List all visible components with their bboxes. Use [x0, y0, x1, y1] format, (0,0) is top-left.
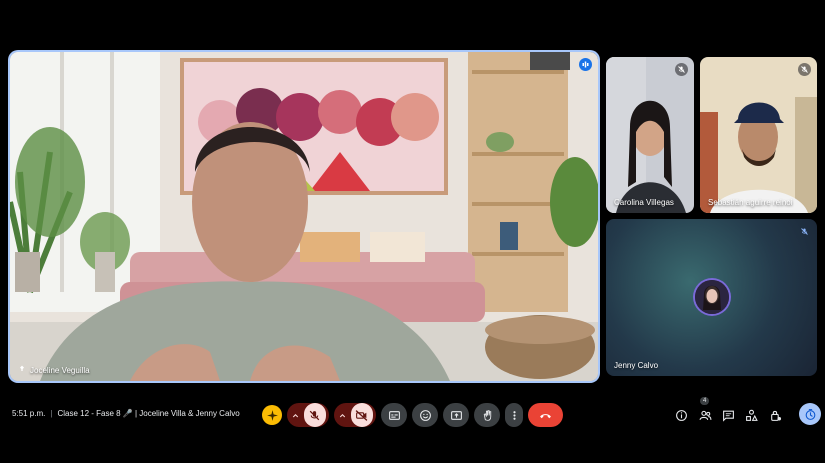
mic-off-icon: [309, 410, 320, 420]
mic-off-icon: [798, 225, 811, 238]
reactions-button[interactable]: [412, 403, 438, 427]
participant-name: Carolina Villegas: [614, 198, 674, 207]
raise-hand-icon: [483, 409, 491, 421]
main-speaker-tile[interactable]: Joceline Veguilla: [10, 52, 598, 381]
chevron-up-icon[interactable]: [338, 409, 347, 422]
chat-button[interactable]: [720, 407, 736, 423]
participant-video: [700, 57, 817, 213]
audio-wave-icon: [579, 58, 592, 71]
info-icon: [675, 409, 687, 421]
camera-off-icon: [355, 409, 368, 421]
people-icon: [699, 410, 711, 420]
participant-video: [606, 57, 694, 213]
main-video-frame: [10, 52, 598, 381]
participant-tile[interactable]: Sebastián aguirre reinoi: [700, 57, 817, 213]
mic-toggle-button[interactable]: [303, 403, 326, 427]
main-speaker-name: Joceline Veguilla: [30, 365, 90, 375]
mic-off-icon: [798, 63, 811, 76]
more-vert-icon: [512, 410, 516, 420]
participant-tile[interactable]: Jenny Calvo: [606, 219, 817, 376]
host-controls-button[interactable]: [767, 407, 783, 423]
participant-name: Sebastián aguirre reinoi: [708, 198, 793, 207]
activities-icon: [745, 409, 758, 421]
meeting-details-button[interactable]: [673, 407, 689, 423]
meeting-time: 5:51 p.m.: [12, 409, 46, 418]
pin-icon[interactable]: [18, 365, 26, 375]
present-button[interactable]: [443, 403, 469, 427]
raise-hand-button[interactable]: [474, 403, 500, 427]
main-speaker-label: Joceline Veguilla: [18, 365, 90, 375]
effects-button[interactable]: [262, 405, 282, 425]
captions-icon: [388, 410, 400, 420]
call-end-icon: [540, 413, 551, 418]
control-bar: 5:51 p.m. | Clase 12 - Fase 8 🎤 | Joceline…: [0, 393, 825, 435]
mic-off-icon: [675, 63, 688, 76]
mic-control[interactable]: [287, 403, 329, 427]
chevron-up-icon[interactable]: [291, 409, 300, 422]
people-count-badge: 4: [700, 397, 710, 405]
participant-tile[interactable]: Carolina Villegas: [606, 57, 694, 213]
avatar: [695, 280, 729, 314]
timer-icon: [805, 408, 815, 420]
timer-button[interactable]: [799, 403, 821, 425]
more-options-button[interactable]: [505, 403, 523, 427]
emoji-icon: [419, 409, 431, 421]
leave-call-button[interactable]: [528, 403, 563, 427]
activities-button[interactable]: [743, 407, 759, 423]
present-icon: [450, 410, 462, 420]
captions-button[interactable]: [381, 403, 407, 427]
chat-icon: [722, 410, 734, 422]
meeting-info: 5:51 p.m. | Clase 12 - Fase 8 🎤 | Joceline…: [12, 409, 240, 418]
sparkle-icon: [266, 409, 278, 421]
meeting-title: Clase 12 - Fase 8 🎤 | Joceline Villa & J…: [57, 409, 240, 418]
camera-toggle-button[interactable]: [350, 403, 373, 427]
host-controls-icon: [770, 410, 781, 421]
camera-control[interactable]: [334, 403, 376, 427]
participant-name: Jenny Calvo: [614, 361, 659, 370]
people-button[interactable]: 4: [697, 397, 713, 423]
